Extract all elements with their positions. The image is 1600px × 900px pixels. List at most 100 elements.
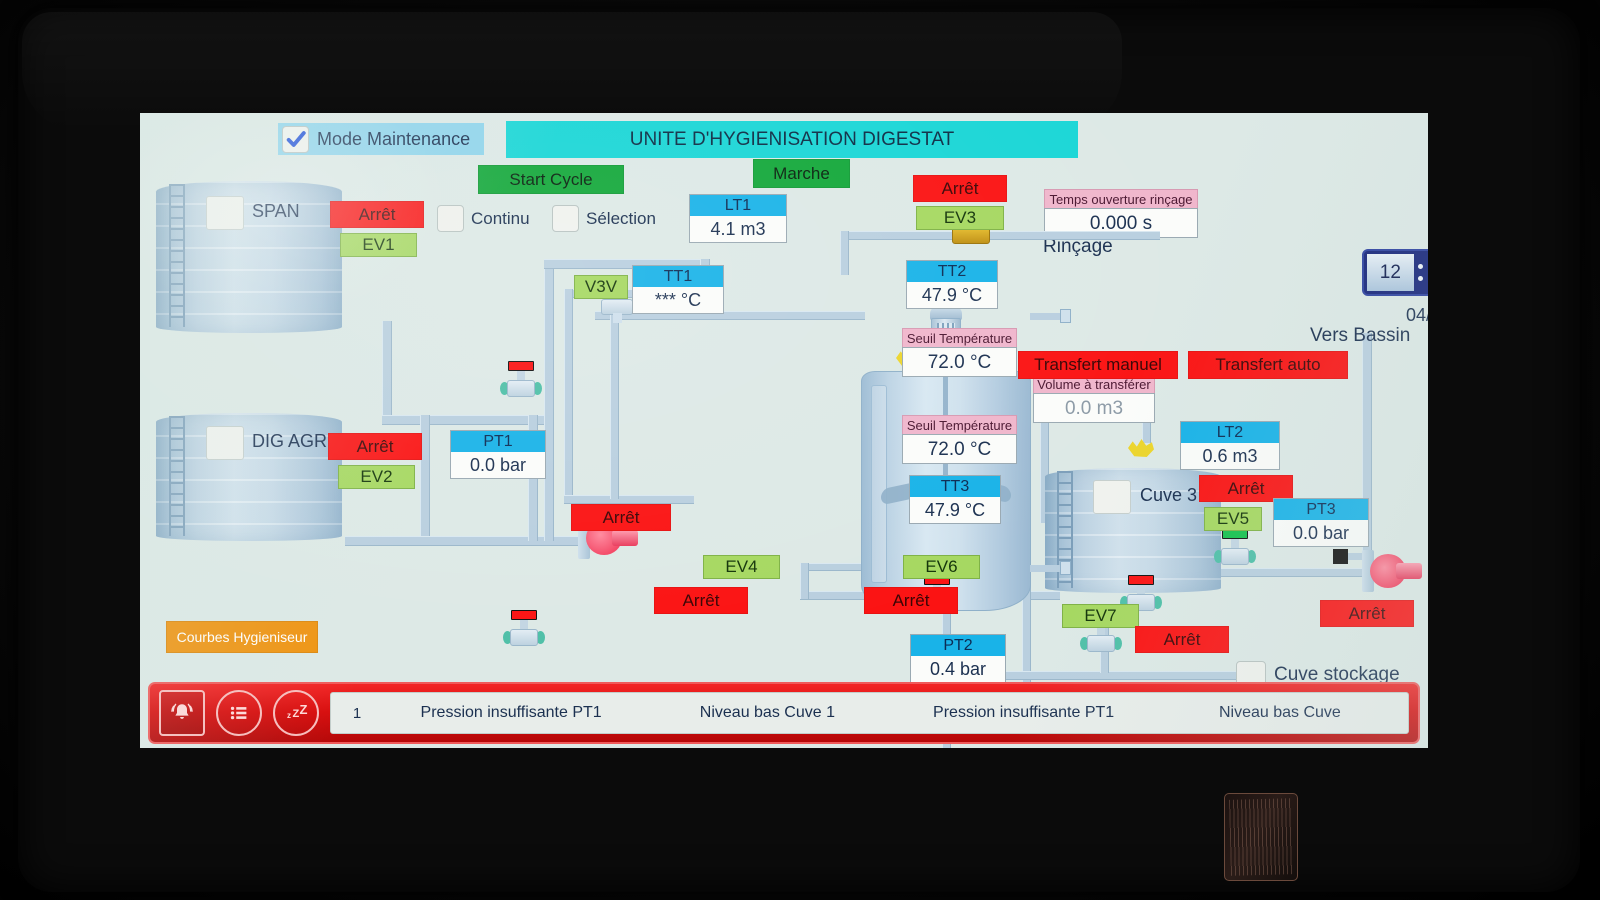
- pipe-pump-discharge: [544, 263, 554, 541]
- volume-a-transferer[interactable]: Volume à transférer 0.0 m3: [1033, 374, 1155, 423]
- maintenance-checkbox[interactable]: [282, 125, 309, 153]
- tt3-tap-stem: [1030, 565, 1064, 572]
- ev7-tag[interactable]: EV7: [1062, 604, 1139, 628]
- pipe-loop-bottom: [564, 495, 694, 504]
- hmi-screen: Mode Maintenance UNITE D'HYGIENISATION D…: [140, 113, 1428, 748]
- valve-ev1-graphic[interactable]: [500, 361, 542, 401]
- pt1-tag: PT1: [451, 431, 545, 452]
- alarm-message-2: Niveau bas Cuve 1: [699, 704, 835, 721]
- pt1-display[interactable]: PT1 0.0 bar: [450, 430, 546, 479]
- pt2-tag: PT2: [911, 635, 1005, 656]
- ev7-status-button[interactable]: Arrêt: [1135, 626, 1229, 653]
- ev4-status-button[interactable]: Arrêt: [654, 587, 748, 614]
- ev2-tag[interactable]: EV2: [338, 465, 415, 489]
- ev5-tag[interactable]: EV5: [1204, 507, 1262, 531]
- pt3-value: 0.0 bar: [1274, 520, 1368, 546]
- pipe-tt3-tap: [800, 563, 862, 571]
- lt1-value: 4.1 m3: [690, 216, 786, 242]
- tt3-tag: TT3: [910, 476, 1000, 497]
- pipe-reactor-top-left: [840, 240, 849, 275]
- tt2-display[interactable]: TT2 47.9 °C: [906, 260, 998, 309]
- tt3-tap-block: [1060, 561, 1071, 575]
- vers-bassin-label: Vers Bassin: [1310, 325, 1411, 346]
- volume-a-transferer-value: 0.0 m3: [1033, 393, 1155, 423]
- seuil-temperature-1[interactable]: Seuil Température 72.0 °C: [902, 328, 1017, 377]
- alarm-message-3: Pression insuffisante PT1: [933, 704, 1115, 721]
- seuil-temperature-1-label: Seuil Température: [902, 328, 1017, 347]
- tt1-display[interactable]: TT1 *** °C: [632, 265, 724, 314]
- alarm-snooze-button[interactable]: z Z Z: [273, 690, 319, 736]
- courbes-hygieniseur-button[interactable]: Courbes Hygieniseur: [166, 621, 318, 653]
- continu-checkbox[interactable]: [437, 205, 464, 232]
- transfert-auto-button[interactable]: Transfert auto: [1188, 351, 1348, 379]
- tt3-value: 47.9 °C: [910, 497, 1000, 523]
- tt2-tap-block: [1060, 309, 1071, 323]
- ev6-status-button[interactable]: Arrêt: [864, 587, 958, 614]
- lt2-value: 0.6 m3: [1181, 443, 1279, 469]
- tank-span-label: SPAN: [252, 201, 300, 221]
- selection-option[interactable]: Sélection: [552, 205, 656, 232]
- lt2-display[interactable]: LT2 0.6 m3: [1180, 421, 1280, 470]
- valve-ev5-graphic[interactable]: [1214, 529, 1256, 569]
- tank-dig-agri-badge[interactable]: [206, 426, 244, 460]
- page-title: UNITE D'HYGIENISATION DIGESTAT: [629, 128, 955, 150]
- list-icon: [230, 706, 247, 720]
- tank-cuve3-label: Cuve 3: [1140, 485, 1198, 505]
- seuil-temperature-1-value: 72.0 °C: [902, 347, 1017, 377]
- pipe-v3v-down: [610, 311, 619, 499]
- lt2-level-sensor-icon: [1128, 437, 1154, 457]
- seuil-temperature-2[interactable]: Seuil Température 72.0 °C: [902, 415, 1017, 464]
- ev4-tag[interactable]: EV4: [703, 555, 780, 579]
- seuil-temperature-2-label: Seuil Température: [902, 415, 1017, 434]
- svg-text:z: z: [287, 711, 291, 720]
- page-title-banner: UNITE D'HYGIENISATION DIGESTAT: [506, 121, 1078, 158]
- lt1-display[interactable]: LT1 4.1 m3: [689, 194, 787, 243]
- pipe-span-run: [382, 415, 552, 425]
- pump-2-status-button[interactable]: Arrêt: [1320, 600, 1414, 627]
- v3v-tag[interactable]: V3V: [574, 275, 628, 299]
- pt1-value: 0.0 bar: [451, 452, 545, 478]
- lt2-tag: LT2: [1181, 422, 1279, 443]
- start-cycle-button[interactable]: Start Cycle: [478, 165, 624, 194]
- tank-cuve3-badge[interactable]: [1093, 480, 1131, 514]
- alarm-message-1: Pression insuffisante PT1: [420, 704, 602, 721]
- pump-1-status-button[interactable]: Arrêt: [571, 504, 671, 531]
- alarm-message-list[interactable]: 1 Pression insuffisante PT1 Niveau bas C…: [330, 692, 1409, 734]
- tt3-display[interactable]: TT3 47.9 °C: [909, 475, 1001, 524]
- valve-ev2-graphic[interactable]: [503, 610, 545, 650]
- maintenance-mode-label: Mode Maintenance: [317, 128, 471, 149]
- pump-2-graphic[interactable]: [1362, 550, 1428, 592]
- pt3-display[interactable]: PT3 0.0 bar: [1273, 498, 1369, 547]
- svg-text:Z: Z: [300, 702, 308, 717]
- alarm-message-4: Niveau bas Cuve: [1218, 704, 1341, 721]
- pipe-ev4-drop: [800, 563, 809, 599]
- tt2-tag: TT2: [907, 261, 997, 282]
- continu-option[interactable]: Continu: [437, 205, 530, 232]
- ev3-status-button[interactable]: Arrêt: [913, 175, 1007, 202]
- tt2-value: 47.9 °C: [907, 282, 997, 308]
- ev3-tag[interactable]: EV3: [916, 206, 1004, 230]
- pt2-display[interactable]: PT2 0.4 bar: [910, 634, 1006, 683]
- alarm-list-button[interactable]: [216, 690, 262, 736]
- tank-span-badge[interactable]: [206, 196, 244, 230]
- tt2-tap-stem: [1030, 313, 1064, 320]
- tank-dig-agri-label: DIG AGRI: [252, 431, 333, 451]
- svg-text:Z: Z: [293, 708, 300, 720]
- pt3-tag: PT3: [1274, 499, 1368, 520]
- maintenance-mode-toggle[interactable]: Mode Maintenance: [278, 123, 484, 155]
- lt1-tag: LT1: [690, 195, 786, 216]
- pt2-value: 0.4 bar: [911, 656, 1005, 682]
- transfert-manuel-button[interactable]: Transfert manuel: [1018, 351, 1178, 379]
- pt3-sensor-block: [1333, 549, 1348, 564]
- ev1-tag[interactable]: EV1: [340, 233, 417, 257]
- tt1-tag: TT1: [633, 266, 723, 287]
- continu-label: Continu: [471, 208, 530, 228]
- alarm-bell-button[interactable]: [159, 690, 205, 736]
- seuil-temperature-2-value: 72.0 °C: [902, 434, 1017, 464]
- date-display: 04/05/2020: [1405, 305, 1428, 325]
- marche-button[interactable]: Marche: [753, 159, 850, 188]
- ev2-status-button[interactable]: Arrêt: [328, 433, 422, 460]
- ev1-status-button[interactable]: Arrêt: [330, 201, 424, 228]
- selection-checkbox[interactable]: [552, 205, 579, 232]
- ev6-tag[interactable]: EV6: [903, 555, 980, 579]
